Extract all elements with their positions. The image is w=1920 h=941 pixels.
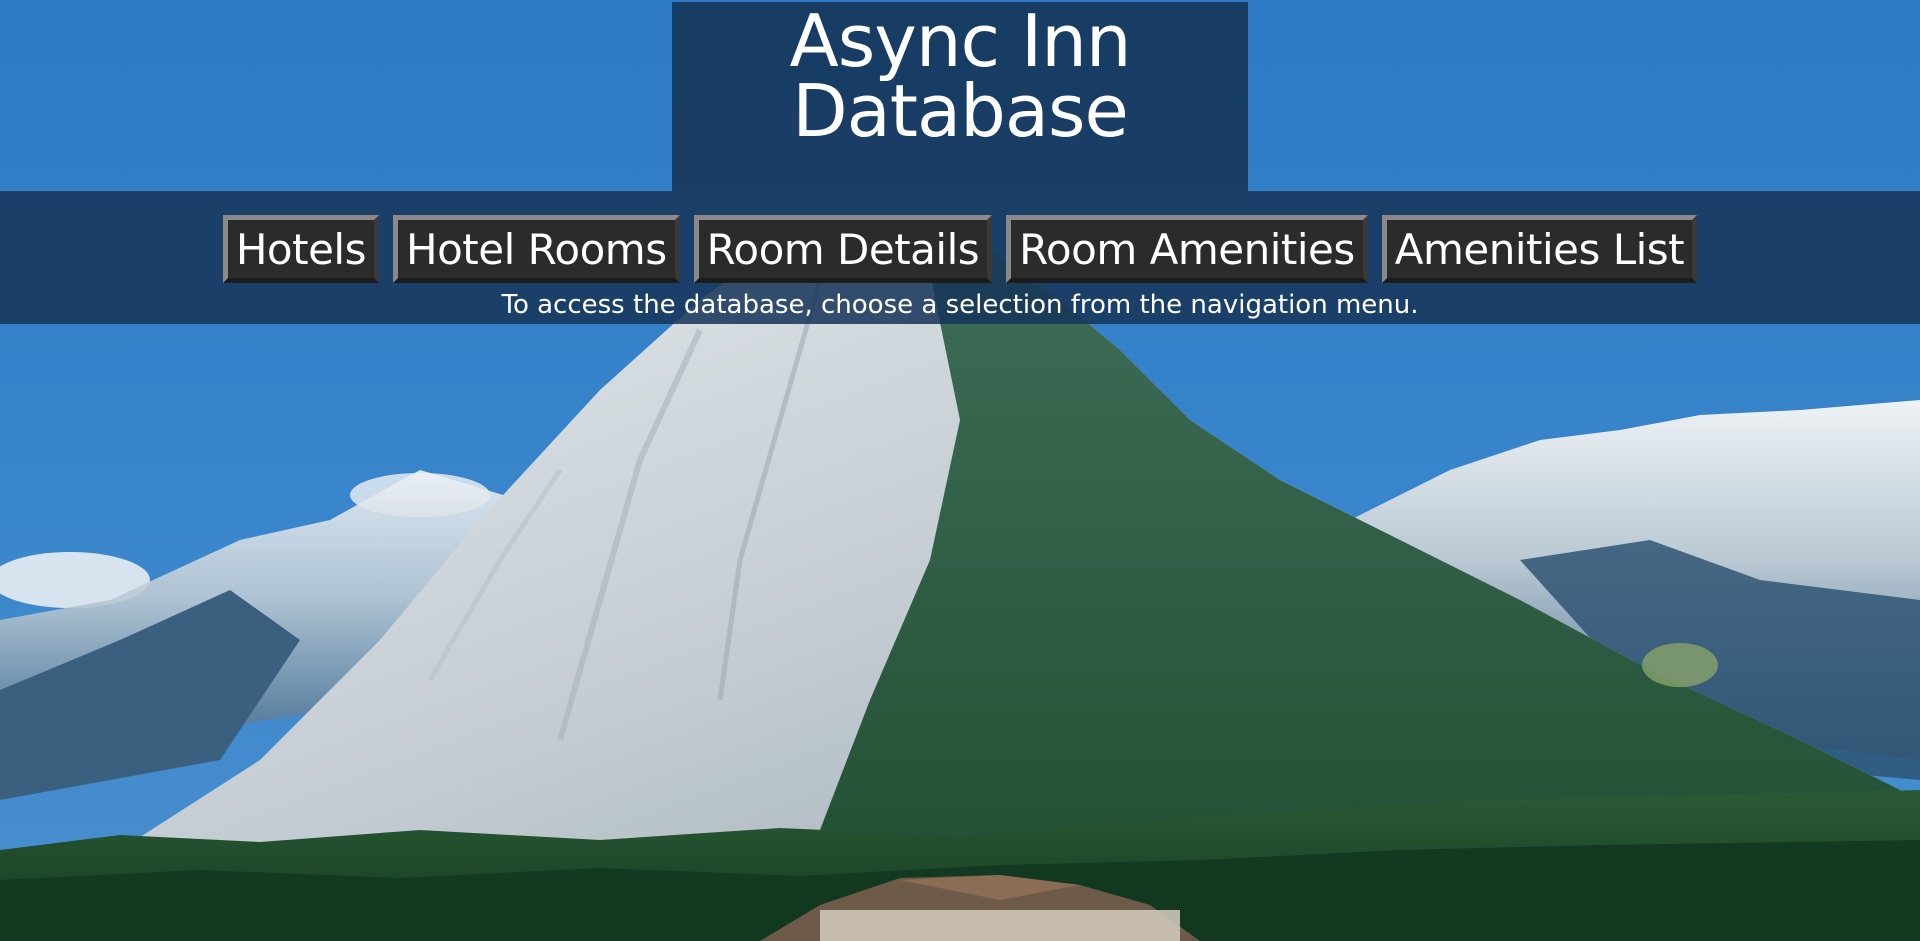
page-title: Async Inn Database bbox=[672, 2, 1248, 147]
navigation-menu: Hotels Hotel Rooms Room Details Room Ame… bbox=[0, 215, 1920, 283]
nav-button-hotel-rooms[interactable]: Hotel Rooms bbox=[392, 215, 680, 283]
page: Async Inn Database Hotels Hotel Rooms Ro… bbox=[0, 0, 1920, 941]
instructions-text: To access the database, choose a selecti… bbox=[501, 290, 1419, 320]
navigation-band: Hotels Hotel Rooms Room Details Room Ame… bbox=[0, 191, 1920, 324]
title-banner: Async Inn Database bbox=[672, 2, 1248, 191]
title-line-2: Database bbox=[792, 69, 1129, 153]
nav-button-room-details[interactable]: Room Details bbox=[693, 215, 993, 283]
nav-button-amenities-list[interactable]: Amenities List bbox=[1381, 215, 1698, 283]
nav-button-room-amenities[interactable]: Room Amenities bbox=[1006, 215, 1368, 283]
nav-button-hotels[interactable]: Hotels bbox=[222, 215, 379, 283]
